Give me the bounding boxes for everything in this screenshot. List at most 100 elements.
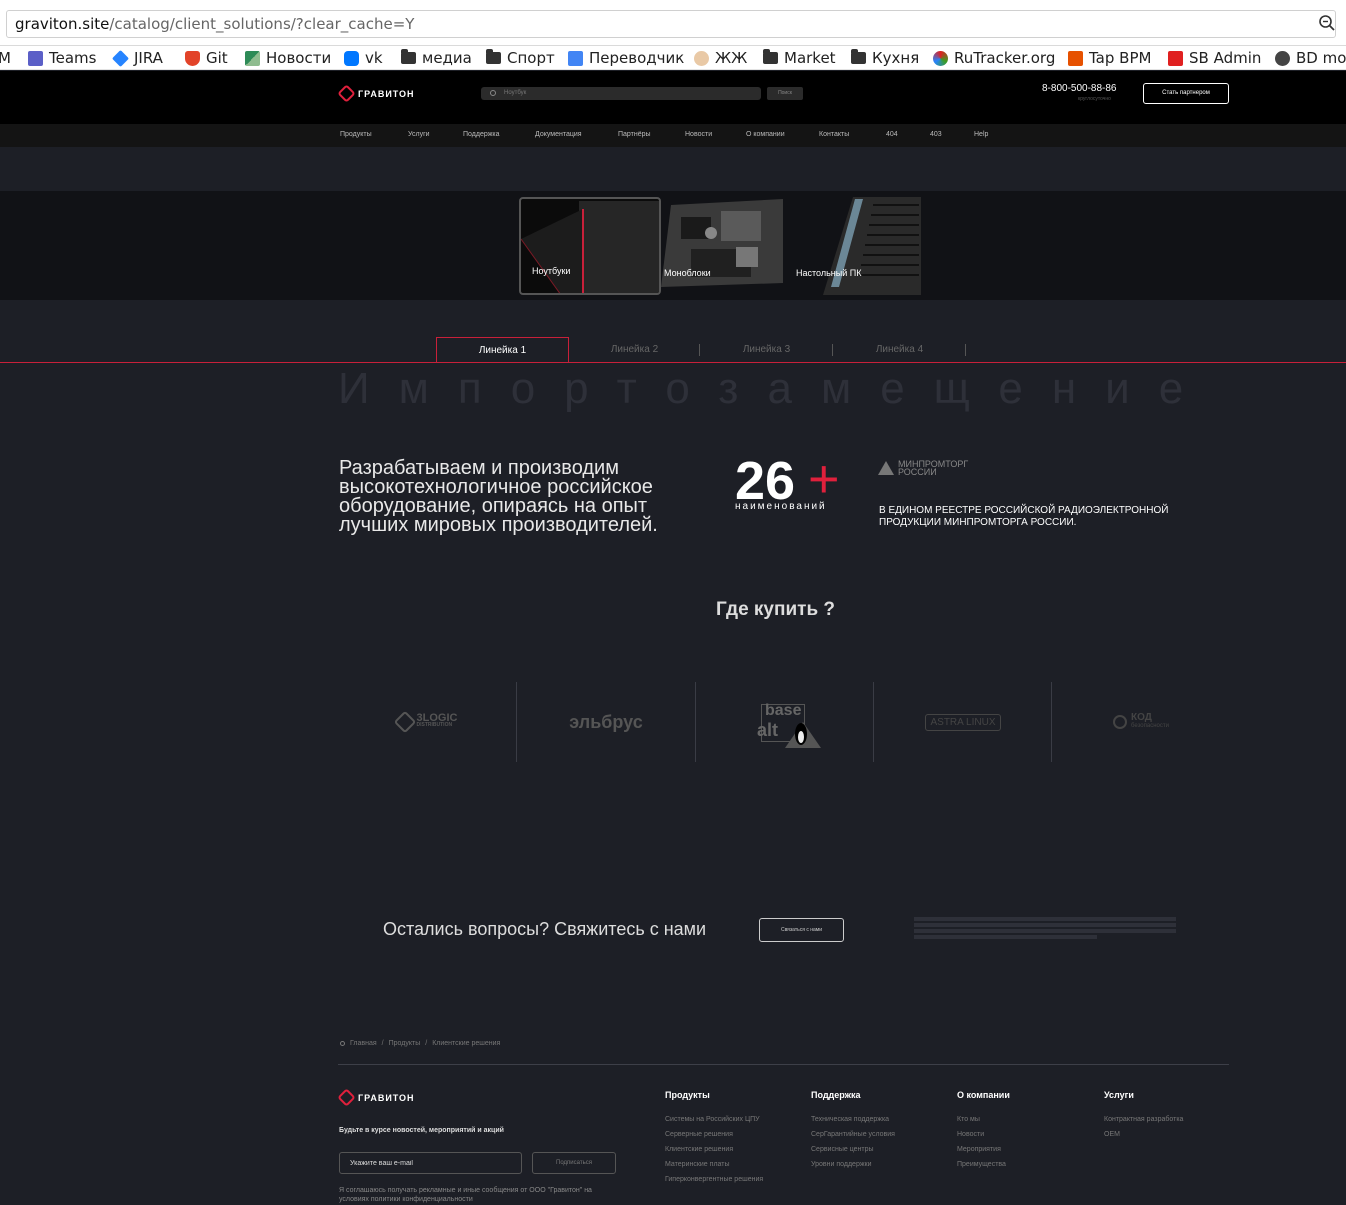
footer-link[interactable]: Сервисные центры (811, 1146, 895, 1153)
questions-text: Остались вопросы? Свяжитесь с нами (383, 919, 707, 939)
zoom-icon[interactable] (1318, 14, 1336, 32)
footer-link[interactable]: Кто мы (957, 1116, 1010, 1123)
partner-astra[interactable]: ASTRA LINUX (874, 682, 1052, 762)
nav-docs[interactable]: Документация (535, 131, 582, 138)
footer-link[interactable]: Клиентские решения (665, 1146, 763, 1153)
bookmark-livejournal[interactable]: ЖЖ (694, 49, 747, 67)
bookmark-rutracker[interactable]: RuTracker.org (933, 49, 1055, 67)
folder-icon (486, 49, 501, 64)
footer-link[interactable]: Контрактная разработка (1104, 1116, 1183, 1123)
graviton-logo-icon (337, 1088, 356, 1107)
kod-icon (1113, 715, 1128, 729)
nav-news[interactable]: Новости (685, 131, 712, 138)
bookmark-tapbpm[interactable]: Tap BPM (1068, 49, 1151, 67)
nav-about[interactable]: О компании (746, 131, 785, 138)
minpromtorg-icon (878, 461, 894, 475)
tabs-underline (0, 362, 1346, 363)
bookmark-translate[interactable]: Переводчик (568, 49, 684, 67)
translate-icon (568, 50, 583, 66)
bookmark-gmail[interactable]: M (0, 49, 11, 67)
footer-col-about: О компании Кто мы Новости Мероприятия Пр… (957, 1090, 1010, 1168)
footer-link[interactable]: Материнские платы (665, 1161, 763, 1168)
lead-text: Разрабатываем и производим высокотехноло… (339, 457, 658, 536)
breadcrumb-products[interactable]: Продукты (389, 1040, 421, 1047)
header-logo[interactable]: ГРАВИТОН (337, 84, 415, 103)
tab-line-1[interactable]: Линейка 1 (436, 337, 569, 362)
footer-col-support: Поддержка Техническая поддержка СерГаран… (811, 1090, 895, 1168)
tab-line-3[interactable]: Линейка 3 (700, 337, 833, 362)
nav-services[interactable]: Услуги (408, 131, 430, 138)
footer-link[interactable]: Техническая поддержка (811, 1116, 895, 1123)
disclaimer-text (914, 917, 1176, 939)
nav-support[interactable]: Поддержка (463, 131, 500, 138)
rutracker-icon (933, 50, 948, 66)
bookmark-vk[interactable]: vk (344, 49, 383, 67)
folder-icon (851, 49, 866, 64)
footer-link[interactable]: Серверные решения (665, 1131, 763, 1138)
bookmark-sbadmin[interactable]: SB Admin (1168, 49, 1261, 67)
bookmark-sport[interactable]: Спорт (486, 49, 555, 67)
footer-link[interactable]: Новости (957, 1131, 1010, 1138)
footer-col-services: Услуги Контрактная разработка OEM (1104, 1090, 1184, 1138)
subscribe-title: Будьте в курсе новостей, мероприятий и а… (339, 1127, 504, 1134)
nav-partners[interactable]: Партнёры (618, 131, 651, 138)
partner-elbrus[interactable]: эльбрус (517, 682, 695, 762)
bookmark-bd[interactable]: BD mo (1275, 49, 1346, 67)
email-field[interactable] (339, 1152, 522, 1174)
bookmarks-bar: M Teams JIRA Git Новости vk медиа Спорт … (0, 46, 1346, 70)
footer-link[interactable]: OEM (1104, 1131, 1183, 1138)
become-partner-button[interactable]: Стать партнером (1143, 83, 1229, 104)
tab-line-4[interactable]: Линейка 4 (833, 337, 966, 362)
search-input[interactable]: Ноутбук (481, 87, 761, 100)
footer-link[interactable]: Гиперконвергентные решения (665, 1176, 763, 1183)
jira-icon (112, 49, 129, 67)
desktop-image (823, 197, 921, 295)
partner-kod[interactable]: КОД безопасности (1052, 682, 1230, 762)
footer-link[interactable]: Уровни поддержки (811, 1161, 895, 1168)
footer-link[interactable]: Мероприятия (957, 1146, 1010, 1153)
footer-link[interactable]: Системы на Российских ЦПУ (665, 1116, 763, 1123)
bookmark-media[interactable]: медиа (401, 49, 472, 67)
phone-number[interactable]: 8-800-500-88-86 (1042, 83, 1117, 94)
bookmark-teams[interactable]: Teams (28, 49, 96, 67)
footer-logo[interactable]: ГРАВИТОН (337, 1088, 415, 1107)
search-icon (490, 90, 496, 96)
bookmark-market[interactable]: Market (763, 49, 836, 67)
vk-icon (344, 50, 359, 66)
subscribe-button[interactable]: Подписаться (532, 1152, 616, 1174)
nav-help[interactable]: Help (974, 131, 988, 138)
partner-basealt[interactable]: base alt (696, 682, 874, 762)
bookmark-git[interactable]: Git (185, 49, 228, 67)
bookmark-kitchen[interactable]: Кухня (851, 49, 919, 67)
breadcrumb-home[interactable]: Главная (350, 1040, 377, 1047)
laptop-image (521, 201, 659, 293)
address-text: graviton.site/catalog/client_solutions/?… (15, 15, 415, 33)
category-monoblocks[interactable]: Моноблоки (661, 197, 783, 295)
tab-line-2[interactable]: Линейка 2 (568, 337, 701, 362)
bookmark-jira[interactable]: JIRA (112, 49, 163, 67)
main-nav: Продукты Услуги Поддержка Документация П… (0, 124, 1346, 147)
footer-link[interactable]: СерГарантийные условия (811, 1131, 895, 1138)
category-desktop[interactable]: Настольный ПК (783, 197, 921, 295)
folder-icon (763, 49, 778, 64)
search-button[interactable]: Поиск (767, 87, 803, 100)
teams-icon (28, 50, 43, 66)
livejournal-icon (694, 50, 709, 66)
bookmark-news[interactable]: Новости (245, 49, 331, 67)
nav-contacts[interactable]: Контакты (819, 131, 849, 138)
footer-link[interactable]: Преимущества (957, 1161, 1010, 1168)
3logic-icon (393, 710, 416, 734)
count-label: наименований (735, 501, 827, 512)
contact-us-button[interactable]: Связаться с нами (759, 918, 844, 942)
news-icon (245, 50, 260, 66)
location-pin-icon (340, 1041, 345, 1046)
nav-products[interactable]: Продукты (340, 131, 372, 138)
registry-text: В ЕДИНОМ РЕЕСТРЕ РОССИЙСКОЙ РАДИОЭЛЕКТРО… (879, 505, 1169, 528)
nav-404[interactable]: 404 (886, 131, 898, 138)
partner-3logic[interactable]: 3LOGIC DISTRIBUTION (338, 682, 516, 762)
category-laptops[interactable]: Ноутбуки (519, 197, 661, 295)
nav-403[interactable]: 403 (930, 131, 942, 138)
browser-url-bar: graviton.site/catalog/client_solutions/?… (0, 0, 1346, 46)
tab-divider (965, 344, 966, 356)
sbadmin-icon (1168, 50, 1183, 66)
